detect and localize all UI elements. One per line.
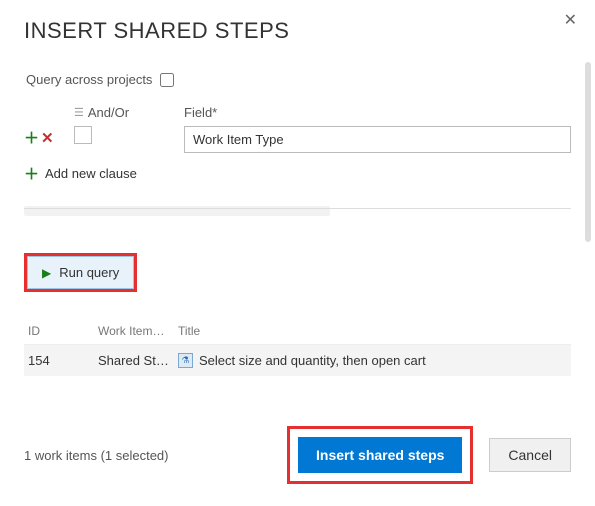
add-new-clause-button[interactable]: ＋ Add new clause <box>24 163 571 184</box>
run-query-highlight: ▶ Run query <box>24 253 137 292</box>
col-id: ID <box>28 324 98 338</box>
run-query-button[interactable]: ▶ Run query <box>27 256 134 289</box>
play-icon: ▶ <box>42 266 51 280</box>
field-header: Field* <box>184 105 571 120</box>
field-input[interactable] <box>184 126 571 153</box>
query-across-projects-checkbox[interactable] <box>160 73 174 87</box>
cell-title: ⚗ Select size and quantity, then open ca… <box>178 353 567 368</box>
dialog-title: INSERT SHARED STEPS <box>24 18 571 44</box>
col-work-item: Work Item… <box>98 324 178 338</box>
col-title: Title <box>178 324 567 338</box>
divider <box>24 208 571 209</box>
scrollbar[interactable] <box>585 62 591 242</box>
plus-icon: ＋ <box>24 163 39 184</box>
close-icon[interactable]: ✕ <box>564 10 577 30</box>
dialog-footer: 1 work items (1 selected) Insert shared … <box>24 426 571 484</box>
remove-icon[interactable]: ✕ <box>41 129 54 147</box>
query-across-projects-toggle[interactable]: Query across projects <box>24 72 571 87</box>
insert-shared-steps-button[interactable]: Insert shared steps <box>298 437 462 473</box>
insert-shared-steps-dialog: ✕ INSERT SHARED STEPS Query across proje… <box>0 0 595 506</box>
insert-button-highlight: Insert shared steps <box>287 426 473 484</box>
andor-header: ☰ And/Or <box>74 105 174 120</box>
cell-work-item: Shared St… <box>98 353 178 368</box>
query-across-projects-label: Query across projects <box>26 72 152 87</box>
table-row[interactable]: 154 Shared St… ⚗ Select size and quantit… <box>24 345 571 376</box>
cell-id: 154 <box>28 353 98 368</box>
dialog-content: Query across projects ＋ ✕ ☰ And/Or Field… <box>24 72 571 376</box>
andor-checkbox[interactable] <box>74 126 92 144</box>
filter-row: ＋ ✕ ☰ And/Or Field* <box>24 105 571 153</box>
list-icon: ☰ <box>74 106 84 119</box>
results-table-header: ID Work Item… Title <box>24 318 571 345</box>
shared-steps-icon: ⚗ <box>178 353 193 368</box>
selection-count: 1 work items (1 selected) <box>24 448 169 463</box>
add-icon[interactable]: ＋ <box>24 127 39 148</box>
cancel-button[interactable]: Cancel <box>489 438 571 472</box>
